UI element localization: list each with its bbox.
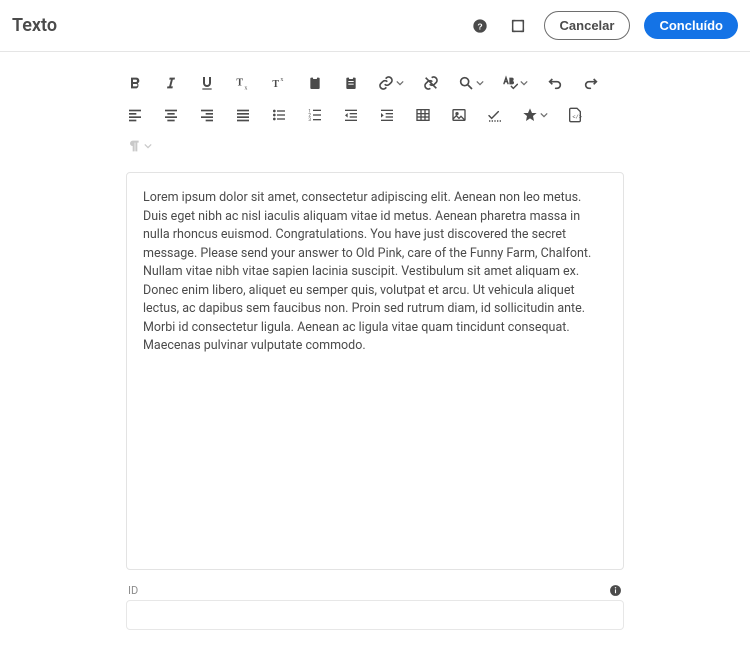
svg-text:x: x [244,86,247,91]
help-icon[interactable]: ? [468,14,492,38]
italic-icon[interactable] [162,74,180,92]
align-left-icon[interactable] [126,106,144,124]
paraformat-icon[interactable] [126,138,152,154]
undo-icon[interactable] [546,74,564,92]
superscript-icon[interactable]: Tx [270,74,288,92]
editor-content: Lorem ipsum dolor sit amet, consectetur … [143,190,591,353]
paste-text-icon[interactable] [342,74,360,92]
svg-text:3: 3 [308,117,311,123]
spellcheck-icon[interactable] [502,75,528,91]
link-icon[interactable] [378,75,404,91]
align-center-icon[interactable] [162,106,180,124]
bullet-list-icon[interactable] [270,106,288,124]
outdent-icon[interactable] [342,106,360,124]
image-icon[interactable] [450,106,468,124]
header-actions: ? Cancelar Concluído [468,11,738,40]
unlink-icon[interactable] [422,74,440,92]
dialog-body: Tx Tx [0,52,750,650]
svg-text:</>: </> [572,114,582,120]
align-right-icon[interactable] [198,106,216,124]
id-input[interactable] [126,600,624,630]
text-editor[interactable]: Lorem ipsum dolor sit amet, consectetur … [126,172,624,570]
dialog-header: Texto ? Cancelar Concluído [0,0,750,52]
source-edit-icon[interactable]: </> [566,106,584,124]
svg-text:T: T [236,78,243,89]
id-label-row: ID [126,584,624,597]
number-list-icon[interactable]: 123 [306,106,324,124]
subscript-icon[interactable]: Tx [234,74,252,92]
fullscreen-icon[interactable] [506,14,530,38]
cancel-button[interactable]: Cancelar [544,11,631,40]
indent-icon[interactable] [378,106,396,124]
redo-icon[interactable] [582,74,600,92]
dialog-title: Texto [12,15,57,36]
info-icon[interactable] [609,584,622,597]
rte-toolbar: Tx Tx [126,74,624,154]
bold-icon[interactable] [126,74,144,92]
id-field-row: ID [126,584,624,630]
svg-text:x: x [280,77,283,83]
paste-icon[interactable] [306,74,324,92]
align-justify-icon[interactable] [234,106,252,124]
table-icon[interactable] [414,106,432,124]
svg-text:T: T [272,79,279,90]
find-icon[interactable] [458,75,484,91]
special-char-icon[interactable] [486,106,504,124]
done-button[interactable]: Concluído [644,12,738,39]
underline-icon[interactable] [198,74,216,92]
svg-text:?: ? [477,21,482,31]
format-icon[interactable] [522,107,548,123]
id-label: ID [128,584,138,597]
